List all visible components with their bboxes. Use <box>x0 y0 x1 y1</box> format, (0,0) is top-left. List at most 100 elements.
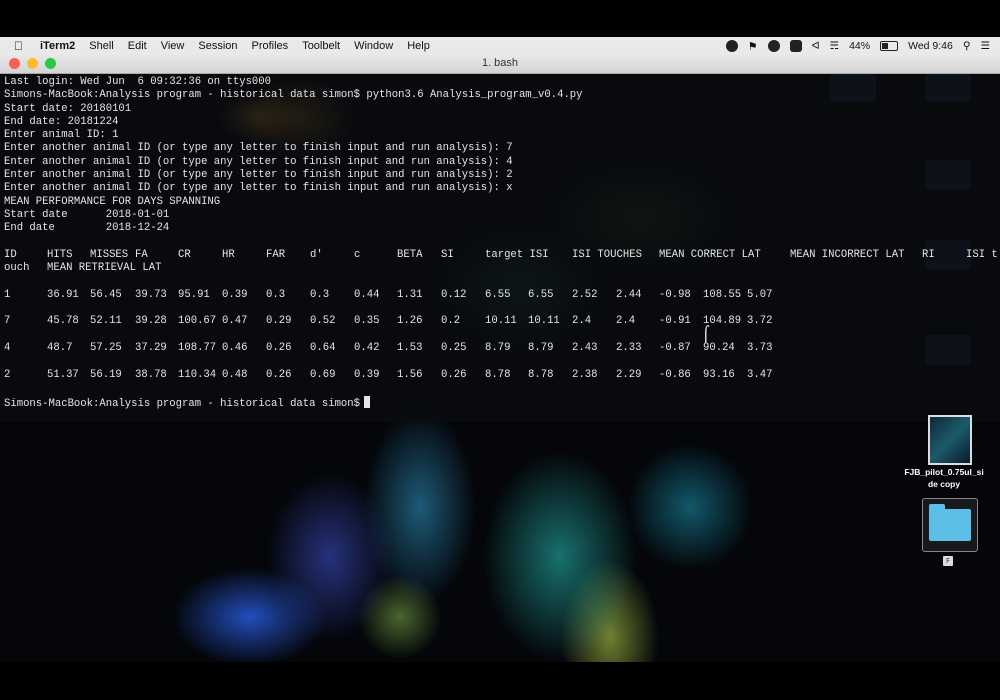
table-cell: 0.52 <box>310 315 336 328</box>
table-header: ISI TOUCHES <box>572 248 642 261</box>
table-header: CR <box>178 248 191 261</box>
table-cell: 0.39 <box>354 368 380 381</box>
terminal-window[interactable]: 1. bash Last login: Wed Jun 6 09:32:36 o… <box>0 55 1000 422</box>
terminal-line: Enter another animal ID (or type any let… <box>4 142 513 155</box>
table-cell: 39.73 <box>135 288 167 301</box>
table-cell: 3.73 <box>747 342 773 355</box>
bluetooth-icon[interactable]: ᐊ <box>812 40 820 52</box>
menu-app[interactable]: iTerm2 <box>40 40 75 52</box>
text-cursor <box>364 395 371 408</box>
battery-icon[interactable] <box>880 41 899 51</box>
table-cell: 1.31 <box>397 288 423 301</box>
table-cell: 7 <box>4 315 11 328</box>
shield-icon[interactable] <box>789 40 802 52</box>
desktop-file-thumbnail[interactable] <box>928 415 972 465</box>
table-cell: 90.24 <box>703 342 735 355</box>
table-cell: 3.47 <box>747 368 773 381</box>
table-header: FAR <box>266 248 286 261</box>
table-cell: 1.26 <box>397 315 423 328</box>
desktop-folder[interactable] <box>922 498 978 552</box>
table-cell: 2.29 <box>616 368 642 381</box>
table-cell: 0.44 <box>354 288 380 301</box>
desktop-file-label-line: de copy <box>927 479 961 489</box>
apple-menu-icon[interactable]:  <box>14 39 28 53</box>
table-cell: 2.43 <box>572 342 598 355</box>
menu-edit[interactable]: Edit <box>128 40 147 52</box>
table-cell: 100.67 <box>178 315 217 328</box>
terminal-line: Last login: Wed Jun 6 09:32:36 on ttys00… <box>4 76 272 88</box>
table-cell: 0.2 <box>441 315 461 328</box>
table-cell: 8.78 <box>485 368 511 381</box>
table-header-wrap: ouch <box>4 262 30 275</box>
table-cell: 3.72 <box>747 315 773 328</box>
menu-shell[interactable]: Shell <box>89 40 113 52</box>
menu-profiles[interactable]: Profiles <box>252 40 289 52</box>
table-cell: 110.34 <box>178 368 217 381</box>
menu-bar:  iTerm2 Shell Edit View Session Profile… <box>0 37 1000 55</box>
battery-percent[interactable]: 44% <box>849 40 870 52</box>
museum-icon[interactable]: ⚑ <box>748 40 758 53</box>
table-header: d' <box>310 248 323 261</box>
terminal-line: Enter another animal ID (or type any let… <box>4 169 513 182</box>
table-cell: 0.47 <box>222 315 248 328</box>
terminal-output[interactable]: Last login: Wed Jun 6 09:32:36 on ttys00… <box>0 74 1000 411</box>
terminal-line: Start date: 20180101 <box>4 102 132 115</box>
table-cell: 0.46 <box>222 342 248 355</box>
table-cell: 0.3 <box>266 288 286 301</box>
terminal-line: Enter animal ID: 1 <box>4 129 119 142</box>
menu-view[interactable]: View <box>161 40 185 52</box>
control-center-icon[interactable]: ☰ <box>981 40 990 52</box>
menu-session[interactable]: Session <box>198 40 237 52</box>
table-cell: 0.29 <box>266 315 292 328</box>
table-cell: 1 <box>4 288 11 301</box>
desktop-file-label[interactable]: FJB_pilot_0.75ul_si de copy <box>888 466 1000 490</box>
table-cell: 2.4 <box>616 315 636 328</box>
table-header: c <box>354 248 361 261</box>
table-cell: 1.53 <box>397 342 423 355</box>
terminal-line: End date: 20181224 <box>4 115 119 128</box>
folder-icon <box>929 504 971 541</box>
table-cell: 0.3 <box>310 288 330 301</box>
table-cell: 39.28 <box>135 315 167 328</box>
terminal-line: Enter another animal ID (or type any let… <box>4 155 513 168</box>
table-cell: 0.48 <box>222 368 248 381</box>
table-header: HITS <box>47 248 73 261</box>
table-cell: 8.79 <box>485 342 511 355</box>
vpn-icon[interactable] <box>767 40 780 52</box>
table-cell: 5.07 <box>747 288 773 301</box>
table-cell: 38.78 <box>135 368 167 381</box>
window-titlebar[interactable]: 1. bash <box>0 55 1000 74</box>
terminal-line: Simons-MacBook:Analysis program - histor… <box>4 89 583 102</box>
terminal-line: End date 2018-12-24 <box>4 222 170 235</box>
menu-window[interactable]: Window <box>354 40 393 52</box>
table-cell: 56.19 <box>90 368 122 381</box>
skype-icon[interactable] <box>725 40 738 52</box>
clock[interactable]: Wed 9:46 <box>908 40 953 52</box>
table-cell: 10.11 <box>528 315 560 328</box>
table-cell: 57.25 <box>90 342 122 355</box>
table-cell: 0.69 <box>310 368 336 381</box>
table-header: ISI t <box>966 248 998 261</box>
desktop-folder-label[interactable]: F <box>943 556 953 566</box>
prompt-line: Simons-MacBook:Analysis program - histor… <box>4 395 996 410</box>
table-cell: 108.55 <box>703 288 742 301</box>
spotlight-search-icon[interactable]: ⚲ <box>963 40 971 52</box>
menu-help[interactable]: Help <box>407 40 430 52</box>
table-cell: 2 <box>4 368 11 381</box>
menu-toolbelt[interactable]: Toolbelt <box>302 40 340 52</box>
table-cell: 51.37 <box>47 368 79 381</box>
table-cell: 0.12 <box>441 288 467 301</box>
wifi-icon[interactable]: ☴ <box>830 40 839 52</box>
status-area: ⚑ ᐊ ☴ 44% Wed 9:46 ⚲ ☰ <box>725 37 990 55</box>
table-cell: 2.38 <box>572 368 598 381</box>
table-cell: 8.79 <box>528 342 554 355</box>
ibeam-cursor-icon: ⌠ <box>702 325 710 343</box>
terminal-line: Enter another animal ID (or type any let… <box>4 182 513 195</box>
table-header: SI <box>441 248 454 261</box>
table-header: HR <box>222 248 235 261</box>
table-cell: 0.35 <box>354 315 380 328</box>
window-title: 1. bash <box>481 57 519 69</box>
table-cell: 56.45 <box>90 288 122 301</box>
table-cell: 4 <box>4 342 11 355</box>
table-cell: 2.4 <box>572 315 592 328</box>
